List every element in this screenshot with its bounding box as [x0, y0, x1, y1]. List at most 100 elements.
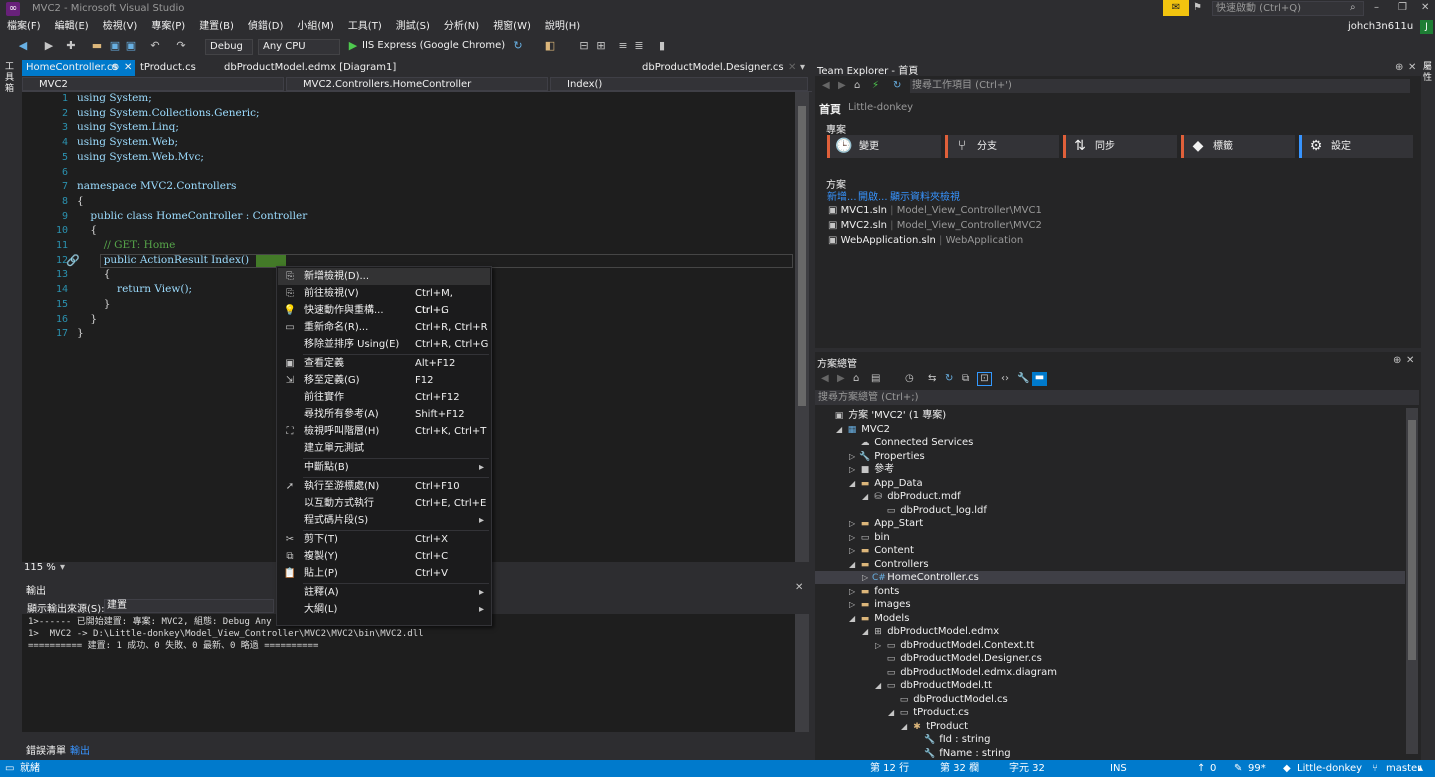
- zoom-level[interactable]: 115 %: [24, 562, 56, 574]
- se-preview-icon[interactable]: ▬: [1032, 372, 1047, 386]
- expander-icon[interactable]: ◢: [862, 625, 872, 638]
- up-arrow-icon[interactable]: ↑: [1197, 760, 1205, 777]
- tree-node[interactable]: ▷ ▬ Content: [849, 544, 914, 557]
- expander-icon[interactable]: ▷: [849, 531, 859, 544]
- class-combo[interactable]: MVC2.Controllers.HomeController: [286, 77, 548, 91]
- tree-node[interactable]: ◢ ▬ App_Data: [849, 477, 923, 490]
- new-project-icon[interactable]: ✚: [64, 39, 78, 53]
- se-scroll-thumb[interactable]: [1408, 420, 1416, 660]
- tree-node[interactable]: 🔧 fId : string: [914, 733, 990, 746]
- expander-icon[interactable]: ◢: [849, 558, 859, 571]
- se-pending-icon[interactable]: ◷: [905, 373, 914, 384]
- expander-icon[interactable]: ◢: [875, 679, 885, 692]
- expander-icon[interactable]: ▷: [849, 585, 859, 598]
- expander-icon[interactable]: ▷: [849, 463, 859, 476]
- context-menu-item[interactable]: 移除並排序 Using(E) Ctrl+R, Ctrl+G: [278, 336, 490, 353]
- close-icon[interactable]: ✕: [124, 60, 132, 76]
- tree-node[interactable]: ▷ ■ 參考: [849, 463, 894, 476]
- tree-node[interactable]: ◢ ⊞ dbProductModel.edmx: [862, 625, 999, 638]
- project-combo[interactable]: MVC2: [22, 77, 284, 91]
- context-menu-item[interactable]: 📋 貼上(P) Ctrl+V: [278, 565, 490, 582]
- tree-node[interactable]: ◢ ▬ Models: [849, 612, 909, 625]
- context-menu-item[interactable]: 註釋(A) ▸: [278, 584, 490, 601]
- se-back-icon[interactable]: ◀: [821, 373, 829, 384]
- platform-select[interactable]: Any CPU: [258, 39, 340, 55]
- te-back-icon[interactable]: ◀: [822, 80, 830, 91]
- output-scrollbar[interactable]: [795, 614, 809, 732]
- se-code-icon[interactable]: ‹›: [1001, 373, 1009, 384]
- context-menu-item[interactable]: 尋找所有參考(A) Shift+F12: [278, 406, 490, 423]
- menu-debug[interactable]: 偵錯(D): [241, 18, 291, 36]
- se-show-all-icon[interactable]: ⊡: [977, 372, 992, 386]
- status-repo[interactable]: Little-donkey: [1297, 760, 1362, 777]
- context-menu-item[interactable]: ➚ 執行至游標處(N) Ctrl+F10: [278, 478, 490, 495]
- context-menu-item[interactable]: 以互動方式執行 Ctrl+E, Ctrl+E: [278, 495, 490, 512]
- tree-node[interactable]: ▷ ▬ App_Start: [849, 517, 923, 530]
- tree-node[interactable]: ▭ dbProductModel.Designer.cs: [875, 652, 1042, 665]
- tree-node[interactable]: 🔧 fName : string: [914, 747, 1010, 760]
- properties-label[interactable]: 屬性: [1423, 62, 1433, 84]
- context-menu-item[interactable]: 大綱(L) ▸: [278, 601, 490, 618]
- te-button-2[interactable]: ⇅ 同步: [1063, 135, 1177, 158]
- back-icon[interactable]: ◀: [16, 39, 30, 53]
- te-home-project[interactable]: Little-donkey: [848, 102, 913, 113]
- search-icon[interactable]: ⌕: [1350, 2, 1356, 13]
- se-pin-icon[interactable]: ⊕: [1393, 355, 1401, 366]
- menu-view[interactable]: 檢視(V): [96, 18, 145, 36]
- restore-button[interactable]: ❐: [1398, 2, 1407, 13]
- context-menu-item[interactable]: 程式碼片段(S) ▸: [278, 512, 490, 529]
- tab-close-icon[interactable]: ✕: [788, 62, 796, 73]
- status-branch[interactable]: master: [1386, 760, 1421, 777]
- menu-test[interactable]: 測試(S): [389, 18, 437, 36]
- tab-homecontroller[interactable]: HomeController.cs ⊕ ✕: [22, 60, 135, 76]
- zoom-dropdown-icon[interactable]: ▾: [60, 562, 65, 574]
- toolbox-strip[interactable]: 工具箱: [0, 58, 22, 760]
- se-close-icon[interactable]: ✕: [1406, 355, 1414, 366]
- context-menu-item[interactable]: ⎘ 前往檢視(V) Ctrl+M, Ctrl+G: [278, 285, 490, 316]
- tree-node[interactable]: ◢ ▬ Controllers: [849, 558, 929, 571]
- user-name[interactable]: johch3n611u: [1348, 21, 1413, 32]
- menu-edit[interactable]: 編輯(E): [48, 18, 96, 36]
- te-project-section[interactable]: 專案: [826, 121, 846, 136]
- tree-node[interactable]: ☁ Connected Services: [849, 436, 974, 449]
- te-link-open[interactable]: 開啟...: [858, 188, 888, 203]
- tree-node[interactable]: ▷ 🔧 Properties: [849, 450, 925, 463]
- se-forward-icon[interactable]: ▶: [837, 373, 845, 384]
- browser-link-icon[interactable]: ◧: [543, 39, 557, 53]
- status-up-count[interactable]: 0: [1210, 760, 1216, 777]
- branch-icon[interactable]: ⑂: [1372, 760, 1378, 777]
- expander-icon[interactable]: ▷: [862, 571, 872, 584]
- tree-node[interactable]: ▷ ▭ dbProductModel.Context.tt: [875, 639, 1034, 652]
- expander-icon[interactable]: ◢: [901, 720, 911, 733]
- output-source-select[interactable]: 建置: [104, 599, 274, 613]
- branch-up-icon[interactable]: ▴: [1418, 760, 1423, 777]
- close-button[interactable]: ✕: [1421, 2, 1429, 13]
- context-menu-item[interactable]: ✂ 剪下(T) Ctrl+X: [278, 531, 490, 548]
- tab-output[interactable]: 輸出: [70, 742, 90, 757]
- save-icon[interactable]: ▣: [108, 39, 122, 53]
- context-menu-item[interactable]: ⎘ 新增檢視(D)...: [278, 268, 490, 285]
- tab-edmx-diagram[interactable]: dbProductModel.edmx [Diagram1]: [220, 60, 400, 76]
- te-connect-icon[interactable]: ⚡: [872, 80, 879, 91]
- te-refresh-icon[interactable]: ↻: [893, 80, 901, 91]
- expander-icon[interactable]: ◢: [836, 423, 846, 436]
- se-search-input[interactable]: 搜尋方案總管 (Ctrl+;): [815, 390, 1419, 405]
- output-close-icon[interactable]: ✕: [795, 582, 803, 593]
- context-menu-item[interactable]: ⇲ 移至定義(G) F12: [278, 372, 490, 389]
- menu-project[interactable]: 專案(P): [144, 18, 192, 36]
- tree-node[interactable]: ◢ ▭ dbProductModel.tt: [875, 679, 992, 692]
- tab-error-list[interactable]: 錯誤清單: [26, 742, 66, 757]
- format-icon[interactable]: ≡: [616, 39, 630, 53]
- member-combo[interactable]: Index(): [550, 77, 808, 91]
- context-menu-item[interactable]: ▣ 查看定義 Alt+F12: [278, 355, 490, 372]
- repo-icon[interactable]: ◆: [1283, 760, 1291, 777]
- se-properties-icon[interactable]: 🔧: [1017, 373, 1029, 384]
- layout-icon[interactable]: ⊟: [577, 39, 591, 53]
- tree-node[interactable]: ▷ ▬ fonts: [849, 585, 899, 598]
- context-menu-item[interactable]: ▭ 重新命名(R)... Ctrl+R, Ctrl+R: [278, 319, 490, 336]
- se-scrollbar[interactable]: [1406, 408, 1418, 754]
- output-text[interactable]: 1>------ 已開始建置: 專案: MVC2, 組態: Debug Any …: [22, 614, 795, 732]
- menu-team[interactable]: 小組(M): [290, 18, 340, 36]
- tree-node[interactable]: ◢ ✱ tProduct: [901, 720, 968, 733]
- expander-icon[interactable]: ▷: [849, 450, 859, 463]
